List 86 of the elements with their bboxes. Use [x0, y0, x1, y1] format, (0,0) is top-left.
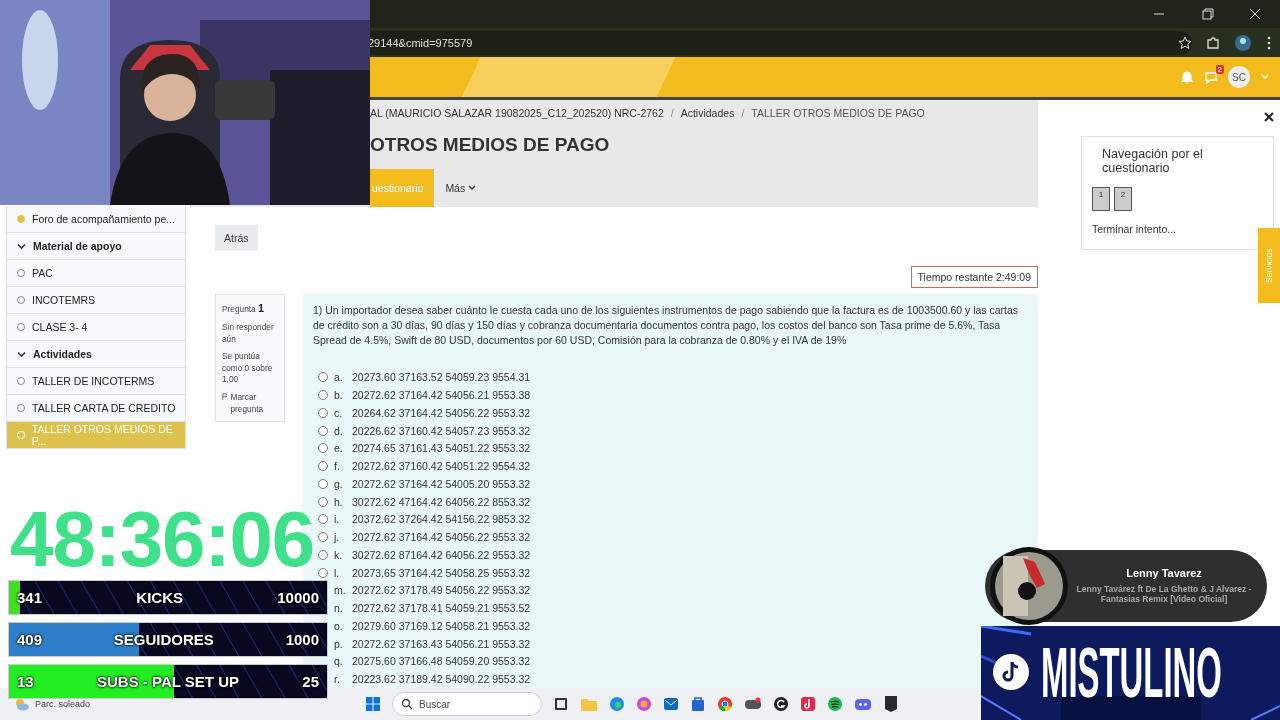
section-heading[interactable]: Material de apoyo	[6, 233, 186, 260]
page-button[interactable]: 2	[1114, 187, 1132, 211]
option-letter: j.	[334, 531, 341, 544]
option-text[interactable]: 30272.62 47164.42 64056.22 8553.32	[352, 495, 531, 508]
option-text[interactable]: 20272.62 37164.42 54005.20 9553.32	[352, 477, 531, 490]
course-item-label: Foro de acompañamiento pe...	[32, 213, 175, 225]
notification-badge: 2	[1215, 65, 1224, 74]
question-label: Pregunta	[222, 303, 256, 314]
option-letter: n.	[334, 602, 344, 615]
breadcrumb-separator: /	[670, 107, 674, 119]
question-text: 1) Un importador desea saber cuánto le cuesta cada uno de los siguientes instrumentos de pago sabiendo que la factura es de 1003500.60 y las cartas de crédito son a 30 días, 90 días y 150 días y cobranza documentaria documentos contra pago, los costos del banco son Tasa prime de 5.6%, Tasa Spread de 4.5%, Swift de 80 USD, documentos por 60 USD, Comisión para la cobranza de 0.80% y el IVA de 19%	[313, 302, 1020, 348]
breadcrumb-link[interactable]: Actividades	[680, 107, 735, 119]
option-letter: c.	[334, 406, 344, 419]
course-item[interactable]: TALLER CARTA DE CREDITO	[6, 395, 186, 422]
option-text[interactable]: 20279.60 37169.12 54058.21 9553.32	[352, 619, 531, 632]
breadcrumb-link[interactable]: AL (MAURICIO SALAZAR 19082025_C12_202520) NRC-2762	[370, 107, 664, 119]
option-text[interactable]: 20273.60 37163.52 54059.23 9554.31	[352, 371, 531, 384]
course-item-label: TALLER CARTA DE CREDITO	[32, 402, 176, 414]
option-text[interactable]: 20272.62 37163.43 54056.21 9553.32	[352, 637, 531, 650]
option-letter: o.	[334, 619, 344, 632]
course-item-label: CLASE 3- 4	[32, 321, 88, 333]
time-remaining: Tiempo restante 2:49:09	[910, 265, 1038, 288]
question-grade: Se puntúa como 0 sobre 1,00	[222, 351, 274, 386]
course-item-label: TALLER DE INCOTERMS	[32, 375, 155, 387]
option-text[interactable]: 20264.62 37164.42 54056.22 9553.32	[352, 406, 531, 419]
option-text[interactable]: 20272.62 37178.41 54059.21 9553.52	[352, 602, 531, 615]
course-item[interactable]: PAC	[6, 260, 186, 287]
user-avatar[interactable]: SC	[1228, 66, 1250, 88]
course-item[interactable]: CLASE 3- 4	[6, 314, 186, 341]
option-text[interactable]: 20274.65 37161.43 54051.22 9553.32	[352, 442, 531, 455]
option-letter: a.	[334, 371, 344, 384]
option-letter: r.	[334, 673, 341, 686]
section-title: Material de apoyo	[33, 240, 122, 252]
option-letter: l.	[334, 566, 341, 579]
course-item[interactable]: INCOTEMRS	[6, 287, 186, 314]
nav-tab[interactable]: Más	[434, 168, 488, 207]
question-number: 1	[258, 301, 265, 314]
section-title: Actividades	[33, 348, 92, 360]
option-letter: m.	[334, 584, 346, 597]
option-letter: g.	[334, 477, 344, 490]
option-text[interactable]: 20272.62 37160.42 54051.22 9554.32	[352, 460, 531, 473]
goal-target: 10000	[277, 589, 319, 606]
stream-timer: 48:36:06	[10, 494, 315, 585]
option-letter: i.	[334, 513, 341, 526]
search-field[interactable]: Buscar	[392, 692, 542, 716]
weather-text[interactable]: Parc. soleado	[35, 699, 91, 709]
option-text[interactable]: 30272.62 87164.42 64056.22 9553.32	[352, 548, 531, 561]
question-status: Sin responder aún	[222, 321, 275, 346]
card-title: Navegación por el cuestionario	[1101, 147, 1204, 175]
course-item-label: PAC	[32, 267, 53, 279]
course-item[interactable]: Foro de acompañamiento pe...	[6, 206, 186, 233]
finish-link[interactable]: Terminar intento...	[1092, 223, 1177, 235]
goal-target: 25	[302, 673, 319, 690]
option-letter: f.	[334, 460, 341, 473]
course-item-label: INCOTEMRS	[32, 294, 95, 306]
course-item[interactable]: TALLER DE INCOTERMS	[6, 368, 186, 395]
option-letter: b.	[334, 389, 344, 402]
back-button[interactable]: Atrás	[215, 224, 258, 251]
option-letter: p.	[334, 637, 344, 650]
option-letter: k.	[334, 548, 344, 561]
option-text[interactable]: 20372.62 37264.42 54156.22 9853.32	[352, 513, 531, 526]
page-button[interactable]: 1	[1092, 187, 1110, 211]
goal-target: 1000	[285, 631, 319, 648]
breadcrumb-current: TALLER OTROS MEDIOS DE PAGO	[751, 107, 925, 119]
option-text[interactable]: 20223.62 37189.42 54090.22 9553.32	[352, 673, 531, 686]
breadcrumb-separator: /	[741, 107, 745, 119]
artist-name: Lenny Tavarez	[1126, 567, 1202, 580]
goal-current: 13	[17, 673, 34, 690]
option-text[interactable]: 20275.60 37166.48 54059.20 9553.32	[352, 655, 531, 668]
song-title: Lenny Tavárez ft De La Ghetto & J Alvarez - Fantasias Remix [Video Oficial]	[1075, 585, 1253, 605]
section-heading[interactable]: Actividades	[6, 341, 186, 368]
goal-current: 409	[17, 631, 43, 648]
option-letter: q.	[334, 655, 344, 668]
option-letter: e.	[334, 442, 344, 455]
page-title: OTROS MEDIOS DE PAGO	[370, 134, 611, 156]
option-letter: d.	[334, 424, 344, 437]
flag-link[interactable]: Marcar pregunta	[230, 391, 278, 416]
option-text[interactable]: 20272.62 37178.49 54056.22 9553.32	[352, 584, 531, 597]
option-text[interactable]: 20273.65 37164.42 54058.25 9553.32	[352, 566, 531, 579]
option-text[interactable]: 20272.62 37164.42 54056.21 9553.38	[352, 389, 531, 402]
option-letter: h.	[334, 495, 344, 508]
option-text[interactable]: 20272.62 37164.42 54056.22 9553.32	[352, 531, 531, 544]
channel-name: MISTULINO	[1041, 638, 1222, 708]
option-text[interactable]: 20226.62 37160.42 54057.23 9553.32	[352, 424, 531, 437]
course-item-label: TALLER OTROS MEDIOS DE P...	[31, 423, 174, 447]
goal-label: KICKS	[136, 589, 183, 606]
